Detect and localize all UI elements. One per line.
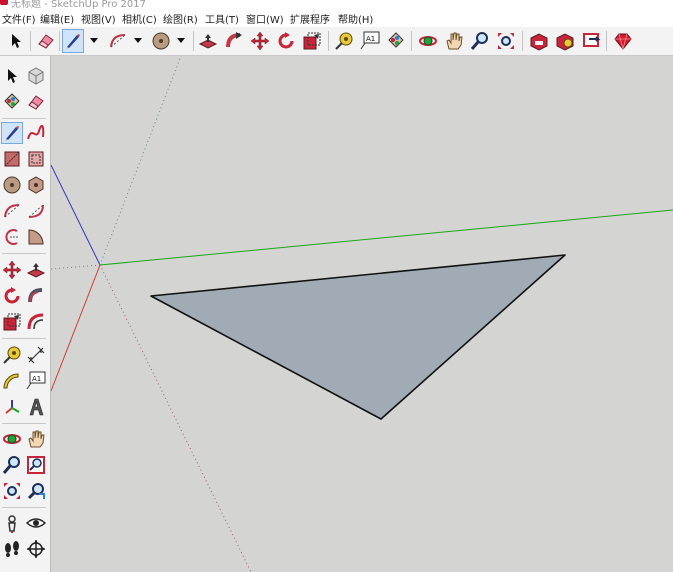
follow-me-icon[interactable] [223, 30, 245, 52]
triangle-face[interactable] [150, 254, 566, 420]
tape-measure-icon[interactable] [333, 30, 355, 52]
red-axis-line [51, 264, 101, 392]
select-arrow-icon[interactable] [5, 30, 27, 52]
paint-bucket-icon[interactable] [1, 91, 23, 113]
polygon-icon[interactable] [25, 174, 47, 196]
main-toolbar: A1 [0, 27, 673, 56]
drawing-viewport[interactable] [51, 56, 673, 572]
move-icon[interactable] [249, 30, 271, 52]
eraser-icon[interactable] [35, 30, 57, 52]
look-around-eye-icon[interactable] [25, 512, 47, 534]
menu-camera[interactable]: 相机(C) [122, 11, 157, 26]
green-axis-dotted-line-negative [51, 264, 101, 270]
position-camera-icon[interactable] [1, 512, 23, 534]
protractor-icon[interactable] [1, 370, 23, 392]
freehand-icon[interactable] [25, 122, 47, 144]
pan-hand-icon[interactable] [443, 30, 465, 52]
offset-icon[interactable] [25, 311, 47, 333]
green-axis-line [99, 209, 673, 266]
pan-hand-icon[interactable] [25, 428, 47, 450]
move-icon[interactable] [1, 259, 23, 281]
line-dropdown-chevron-icon[interactable] [86, 30, 102, 52]
scale-icon[interactable] [301, 30, 323, 52]
orbit-icon[interactable] [417, 30, 439, 52]
scale-icon[interactable] [1, 311, 23, 333]
axes-icon[interactable] [1, 396, 23, 418]
component-icon[interactable] [25, 65, 47, 87]
menu-bar: 文件(F) 编辑(E) 视图(V) 相机(C) 绘图(R) 工具(T) 窗口(W… [0, 9, 673, 28]
rectangle-icon[interactable] [1, 148, 23, 170]
pencil-icon[interactable] [62, 29, 84, 53]
previous-view-icon[interactable] [25, 480, 47, 502]
menu-file[interactable]: 文件(F) [2, 11, 36, 26]
menu-help[interactable]: 帮助(H) [338, 11, 373, 26]
extension-warehouse-icon[interactable] [554, 30, 576, 52]
menu-edit[interactable]: 编辑(E) [40, 11, 74, 26]
green-axis-dotted-line [99, 56, 182, 266]
pie-icon[interactable] [25, 226, 47, 248]
select-arrow-icon[interactable] [1, 65, 23, 87]
paint-bucket-icon[interactable] [385, 30, 407, 52]
menu-extensions[interactable]: 扩展程序 [290, 11, 330, 26]
ruby-gem-icon[interactable] [612, 30, 634, 52]
zoom-magnifier-icon[interactable] [469, 30, 491, 52]
push-pull-icon[interactable] [197, 30, 219, 52]
zoom-extents-icon[interactable] [495, 30, 517, 52]
menu-view[interactable]: 视图(V) [81, 11, 116, 26]
push-pull-icon[interactable] [25, 259, 47, 281]
rotate-icon[interactable] [1, 285, 23, 307]
line-pencil-icon[interactable] [1, 122, 23, 144]
zoom-window-icon[interactable] [25, 454, 47, 476]
menu-draw[interactable]: 绘图(R) [163, 11, 198, 26]
left-tool-palette: A1 [0, 56, 51, 572]
circle-icon[interactable] [1, 174, 23, 196]
text-icon[interactable]: A1 [359, 30, 381, 52]
follow-me-icon[interactable] [25, 285, 47, 307]
arc-dropdown-chevron-icon[interactable] [130, 30, 146, 52]
text-icon[interactable]: A1 [25, 370, 47, 392]
dimension-icon[interactable] [25, 344, 47, 366]
circle-icon[interactable] [150, 30, 172, 52]
title-bar: 无标题 - SketchUp Pro 2017 [0, 0, 673, 9]
rotated-rectangle-icon[interactable] [25, 148, 47, 170]
menu-tools[interactable]: 工具(T) [205, 11, 239, 26]
eraser-icon[interactable] [25, 91, 47, 113]
three-point-arc-icon[interactable] [1, 226, 23, 248]
arc-icon[interactable] [107, 30, 129, 52]
tape-measure-icon[interactable] [1, 344, 23, 366]
share-model-icon[interactable] [580, 30, 602, 52]
zoom-magnifier-icon[interactable] [1, 454, 23, 476]
section-plane-icon[interactable] [25, 538, 47, 560]
rotate-icon[interactable] [275, 30, 297, 52]
walk-footprints-icon[interactable] [1, 538, 23, 560]
blue-axis-line [51, 164, 101, 266]
sketchup-logo-icon [0, 0, 8, 5]
3d-warehouse-icon[interactable] [528, 30, 550, 52]
left-text-tool-label: A1 [32, 375, 41, 383]
circle-dropdown-chevron-icon[interactable] [173, 30, 189, 52]
orbit-icon[interactable] [1, 428, 23, 450]
3d-text-icon[interactable] [25, 396, 47, 418]
menu-window[interactable]: 窗口(W) [246, 11, 284, 26]
two-point-arc-icon[interactable] [25, 200, 47, 222]
window-title: 无标题 - SketchUp Pro 2017 [11, 0, 146, 9]
text-tool-label: A1 [366, 35, 375, 43]
arc-icon[interactable] [1, 200, 23, 222]
zoom-extents-icon[interactable] [1, 480, 23, 502]
model-canvas[interactable] [51, 56, 673, 572]
